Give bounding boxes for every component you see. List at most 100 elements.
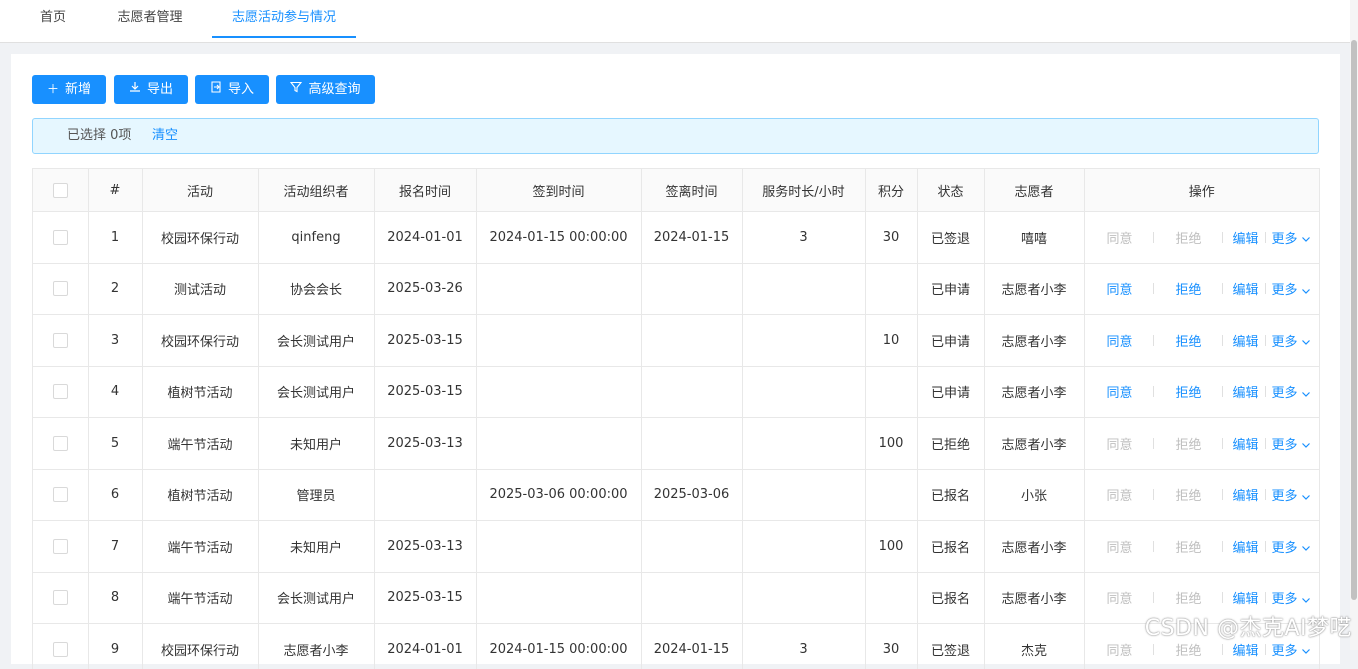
divider — [1265, 232, 1266, 243]
edit-button[interactable]: 编辑 — [1233, 279, 1259, 298]
row-checkbox[interactable] — [53, 333, 68, 348]
row-checkbox[interactable] — [53, 281, 68, 296]
advanced-search-button[interactable]: 高级查询 — [276, 75, 375, 104]
checkin-time-cell — [476, 521, 641, 573]
more-dropdown[interactable]: 更多 — [1272, 331, 1311, 350]
agree-button[interactable]: 同意 — [1107, 228, 1135, 247]
reject-button[interactable]: 拒绝 — [1176, 228, 1204, 247]
agree-button[interactable]: 同意 — [1107, 640, 1135, 659]
edit-button[interactable]: 编辑 — [1233, 434, 1259, 453]
organizer-cell: 会长测试用户 — [258, 366, 374, 418]
reject-button[interactable]: 拒绝 — [1176, 434, 1204, 453]
volunteer-cell: 志愿者小李 — [984, 521, 1084, 573]
header-checkbox-cell[interactable] — [33, 169, 88, 212]
reject-button[interactable]: 拒绝 — [1176, 588, 1204, 607]
reject-button[interactable]: 拒绝 — [1176, 537, 1204, 556]
more-dropdown[interactable]: 更多 — [1272, 382, 1311, 401]
activity-cell: 测试活动 — [142, 263, 258, 315]
more-dropdown[interactable]: 更多 — [1272, 485, 1311, 504]
divider — [1222, 592, 1223, 603]
table-row[interactable]: 3校园环保行动会长测试用户2025-03-1510已申请志愿者小李同意拒绝编辑更… — [33, 315, 1319, 367]
header-status: 状态 — [917, 169, 984, 212]
row-checkbox-cell[interactable] — [33, 469, 88, 521]
row-index: 2 — [88, 263, 142, 315]
agree-button[interactable]: 同意 — [1107, 434, 1135, 453]
table-row[interactable]: 1校园环保行动qinfeng2024-01-012024-01-15 00:00… — [33, 212, 1319, 264]
edit-button[interactable]: 编辑 — [1233, 537, 1259, 556]
row-checkbox-cell[interactable] — [33, 624, 88, 669]
table-row[interactable]: 5端午节活动未知用户2025-03-13100已拒绝志愿者小李同意拒绝编辑更多 — [33, 418, 1319, 470]
tab-volunteer-management[interactable]: 志愿者管理 — [106, 0, 194, 36]
volunteer-cell: 嘻嘻 — [984, 212, 1084, 264]
import-button[interactable]: 导入 — [195, 75, 269, 104]
agree-button[interactable]: 同意 — [1107, 331, 1135, 350]
signup-time-cell: 2025-03-26 — [374, 263, 476, 315]
agree-button[interactable]: 同意 — [1107, 588, 1135, 607]
edit-button[interactable]: 编辑 — [1233, 485, 1259, 504]
reject-button[interactable]: 拒绝 — [1176, 331, 1204, 350]
reject-button[interactable]: 拒绝 — [1176, 640, 1204, 659]
agree-button[interactable]: 同意 — [1107, 537, 1135, 556]
table-row[interactable]: 2测试活动协会会长2025-03-26已申请志愿者小李同意拒绝编辑更多 — [33, 263, 1319, 315]
chevron-down-icon — [1301, 287, 1311, 295]
row-checkbox-cell[interactable] — [33, 263, 88, 315]
clear-selection-link[interactable]: 清空 — [152, 119, 178, 153]
checkin-time-cell — [476, 572, 641, 624]
tab-activity-participation[interactable]: 志愿活动参与情况 — [212, 0, 356, 38]
edit-button[interactable]: 编辑 — [1233, 382, 1259, 401]
row-checkbox-cell[interactable] — [33, 572, 88, 624]
row-checkbox[interactable] — [53, 590, 68, 605]
table-row[interactable]: 4植树节活动会长测试用户2025-03-15已申请志愿者小李同意拒绝编辑更多 — [33, 366, 1319, 418]
more-dropdown[interactable]: 更多 — [1272, 588, 1311, 607]
more-dropdown[interactable]: 更多 — [1272, 228, 1311, 247]
more-dropdown[interactable]: 更多 — [1272, 640, 1311, 659]
scrollbar-thumb[interactable] — [1351, 40, 1357, 600]
table-row[interactable]: 6植树节活动管理员2025-03-06 00:00:002025-03-06已报… — [33, 469, 1319, 521]
agree-button[interactable]: 同意 — [1107, 485, 1135, 504]
row-checkbox-cell[interactable] — [33, 366, 88, 418]
row-checkbox-cell[interactable] — [33, 418, 88, 470]
edit-button[interactable]: 编辑 — [1233, 331, 1259, 350]
more-label: 更多 — [1272, 335, 1298, 350]
reject-button[interactable]: 拒绝 — [1176, 382, 1204, 401]
row-index: 6 — [88, 469, 142, 521]
row-checkbox-cell[interactable] — [33, 521, 88, 573]
row-checkbox[interactable] — [53, 384, 68, 399]
edit-button[interactable]: 编辑 — [1233, 640, 1259, 659]
row-checkbox-cell[interactable] — [33, 212, 88, 264]
table-row[interactable]: 9校园环保行动志愿者小李2024-01-012024-01-15 00:00:0… — [33, 624, 1319, 669]
reject-button[interactable]: 拒绝 — [1176, 485, 1204, 504]
row-checkbox[interactable] — [53, 487, 68, 502]
divider — [1265, 283, 1266, 294]
more-dropdown[interactable]: 更多 — [1272, 434, 1311, 453]
table-row[interactable]: 8端午节活动会长测试用户2025-03-15已报名志愿者小李同意拒绝编辑更多 — [33, 572, 1319, 624]
table-row[interactable]: 7端午节活动未知用户2025-03-13100已报名志愿者小李同意拒绝编辑更多 — [33, 521, 1319, 573]
reject-button[interactable]: 拒绝 — [1176, 279, 1204, 298]
row-checkbox[interactable] — [53, 642, 68, 657]
agree-button[interactable]: 同意 — [1107, 382, 1135, 401]
status-cell: 已报名 — [917, 469, 984, 521]
select-all-checkbox[interactable] — [53, 183, 68, 198]
checkout-time-cell — [641, 572, 742, 624]
edit-button[interactable]: 编辑 — [1233, 228, 1259, 247]
more-dropdown[interactable]: 更多 — [1272, 537, 1311, 556]
tab-home[interactable]: 首页 — [30, 0, 76, 36]
row-checkbox-cell[interactable] — [33, 315, 88, 367]
checkout-time-cell — [641, 315, 742, 367]
more-label: 更多 — [1272, 541, 1298, 556]
divider — [1153, 644, 1154, 655]
edit-button[interactable]: 编辑 — [1233, 588, 1259, 607]
row-checkbox[interactable] — [53, 230, 68, 245]
row-index: 7 — [88, 521, 142, 573]
divider — [1222, 438, 1223, 449]
export-button[interactable]: 导出 — [114, 75, 188, 104]
add-button[interactable]: ＋ 新增 — [32, 75, 106, 104]
more-dropdown[interactable]: 更多 — [1272, 279, 1311, 298]
agree-button[interactable]: 同意 — [1107, 279, 1135, 298]
checkout-time-cell: 2024-01-15 — [641, 624, 742, 669]
page-scrollbar[interactable] — [1350, 0, 1358, 650]
row-checkbox[interactable] — [53, 539, 68, 554]
organizer-cell: 会长测试用户 — [258, 572, 374, 624]
row-checkbox[interactable] — [53, 436, 68, 451]
divider — [1265, 335, 1266, 346]
